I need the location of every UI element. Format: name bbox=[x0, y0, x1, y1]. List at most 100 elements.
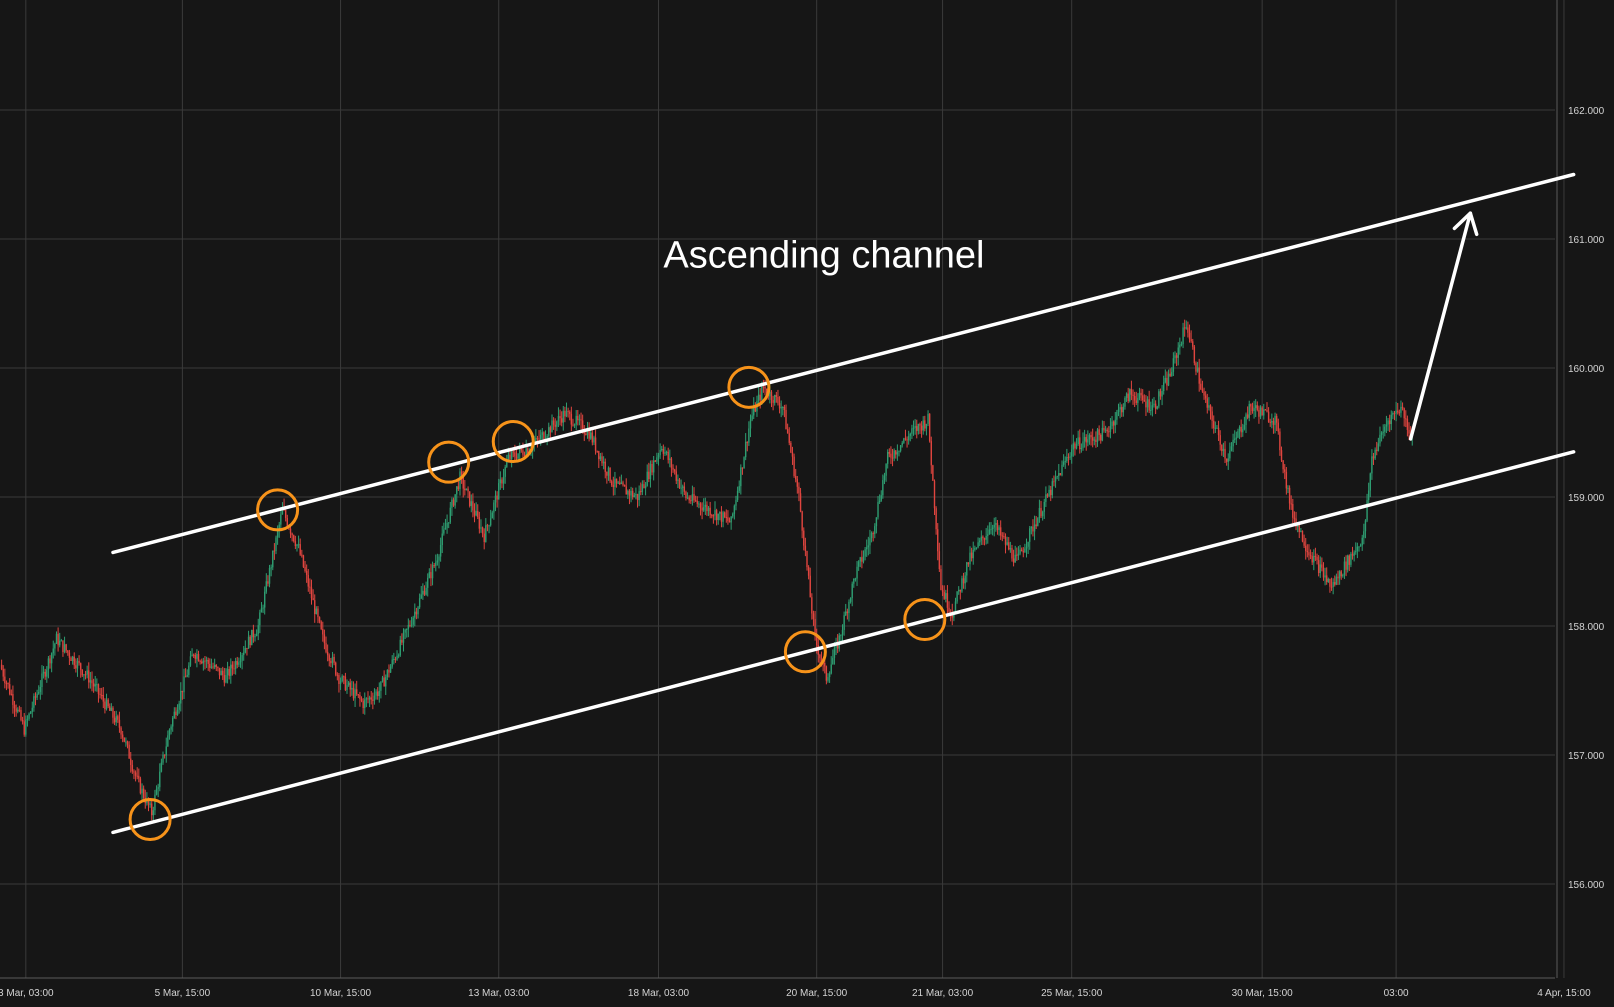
candle-body bbox=[343, 676, 345, 678]
candle-body bbox=[912, 427, 915, 429]
candle-body bbox=[273, 550, 276, 552]
candle-body bbox=[275, 537, 277, 551]
y-tick-label: 160.000 bbox=[1568, 364, 1605, 375]
candle-body bbox=[1090, 435, 1092, 438]
candle-body bbox=[946, 593, 949, 608]
candle-body bbox=[1177, 347, 1179, 358]
candle-body bbox=[1338, 571, 1341, 579]
candle-body bbox=[218, 667, 221, 676]
candle-body bbox=[1275, 415, 1278, 423]
candle-body bbox=[272, 550, 274, 568]
candle-body bbox=[1272, 420, 1275, 425]
candle-body bbox=[420, 594, 422, 599]
candle-body bbox=[1288, 487, 1291, 504]
candle-body bbox=[357, 694, 360, 696]
candle-body bbox=[1025, 546, 1028, 549]
candle-body bbox=[578, 419, 581, 421]
candle-body bbox=[1045, 494, 1047, 502]
candle-body bbox=[517, 453, 519, 459]
candle-body bbox=[1229, 450, 1231, 459]
candle-body bbox=[109, 706, 111, 711]
candle-body bbox=[549, 427, 552, 433]
candle-body bbox=[1127, 393, 1129, 402]
candle-body bbox=[1066, 456, 1068, 461]
candle-body bbox=[978, 540, 981, 543]
candle-body bbox=[412, 617, 414, 625]
candle-body bbox=[338, 675, 340, 685]
candle-body bbox=[1166, 377, 1168, 386]
candle-body bbox=[1356, 546, 1359, 552]
candle-body bbox=[175, 711, 177, 716]
candle-body bbox=[1188, 332, 1191, 340]
candle-body bbox=[717, 513, 719, 521]
candle-body bbox=[213, 664, 216, 668]
candle-body bbox=[522, 450, 524, 455]
candle-body bbox=[435, 562, 437, 566]
candle-body bbox=[502, 476, 505, 484]
x-tick-label: 30 Mar, 15:00 bbox=[1232, 988, 1294, 999]
candle-body bbox=[1401, 406, 1404, 409]
candle-body bbox=[927, 413, 929, 424]
candle-body bbox=[160, 762, 163, 772]
candle-body bbox=[812, 613, 815, 619]
candle-body bbox=[447, 522, 450, 524]
candle-body bbox=[104, 701, 106, 710]
candle-body bbox=[962, 578, 965, 584]
candle-body bbox=[362, 700, 364, 709]
candle-body bbox=[640, 491, 642, 493]
candle-body bbox=[1046, 494, 1049, 497]
candle-body bbox=[625, 486, 627, 495]
candle-body bbox=[481, 527, 484, 534]
candle-body bbox=[60, 640, 63, 642]
candle-body bbox=[1282, 460, 1284, 470]
candle-body bbox=[991, 527, 994, 530]
candle-body bbox=[937, 529, 939, 552]
candle-body bbox=[1230, 446, 1233, 451]
candle-body bbox=[807, 567, 810, 576]
candle-body bbox=[247, 636, 250, 649]
candle-body bbox=[872, 533, 874, 535]
candle-body bbox=[265, 581, 268, 592]
candle-body bbox=[351, 687, 353, 690]
candle-body bbox=[785, 409, 787, 430]
candle-body bbox=[967, 562, 970, 565]
candle-body bbox=[1292, 504, 1294, 518]
candle-body bbox=[1024, 548, 1026, 553]
candle-body bbox=[548, 427, 550, 436]
candle-body bbox=[907, 435, 910, 441]
candle-body bbox=[176, 709, 179, 716]
candle-body bbox=[1332, 582, 1334, 587]
candle-body bbox=[276, 530, 279, 538]
candle-body bbox=[475, 510, 477, 516]
candle-body bbox=[1056, 476, 1058, 478]
candle-body bbox=[202, 660, 205, 664]
candle-body bbox=[20, 710, 22, 720]
candle-body bbox=[870, 533, 873, 539]
candle-body bbox=[0, 664, 3, 670]
candle-body bbox=[1234, 438, 1236, 440]
candle-body bbox=[607, 467, 610, 476]
candle-body bbox=[1309, 555, 1312, 557]
candle-body bbox=[10, 693, 12, 695]
candle-body bbox=[223, 675, 226, 683]
candle-body bbox=[1385, 424, 1388, 427]
candle-body bbox=[449, 507, 452, 523]
candle-body bbox=[1114, 419, 1116, 426]
candle-body bbox=[152, 810, 155, 816]
candle-body bbox=[422, 590, 424, 595]
candle-body bbox=[339, 681, 342, 685]
candle-body bbox=[1358, 546, 1360, 548]
candle-body bbox=[857, 561, 860, 567]
candle-body bbox=[443, 529, 445, 534]
candle-body bbox=[764, 386, 766, 389]
price-chart[interactable]: Ascending channel 156.000 157.000 158.000 1… bbox=[0, 0, 1614, 1007]
candle-body bbox=[935, 508, 937, 530]
candle-body bbox=[1301, 530, 1304, 542]
candle-body bbox=[628, 490, 631, 496]
candle-body bbox=[284, 510, 287, 519]
candle-body bbox=[924, 420, 926, 429]
candle-body bbox=[212, 666, 214, 668]
candle-body bbox=[762, 386, 765, 388]
candle-body bbox=[906, 439, 908, 441]
candle-body bbox=[430, 572, 432, 579]
